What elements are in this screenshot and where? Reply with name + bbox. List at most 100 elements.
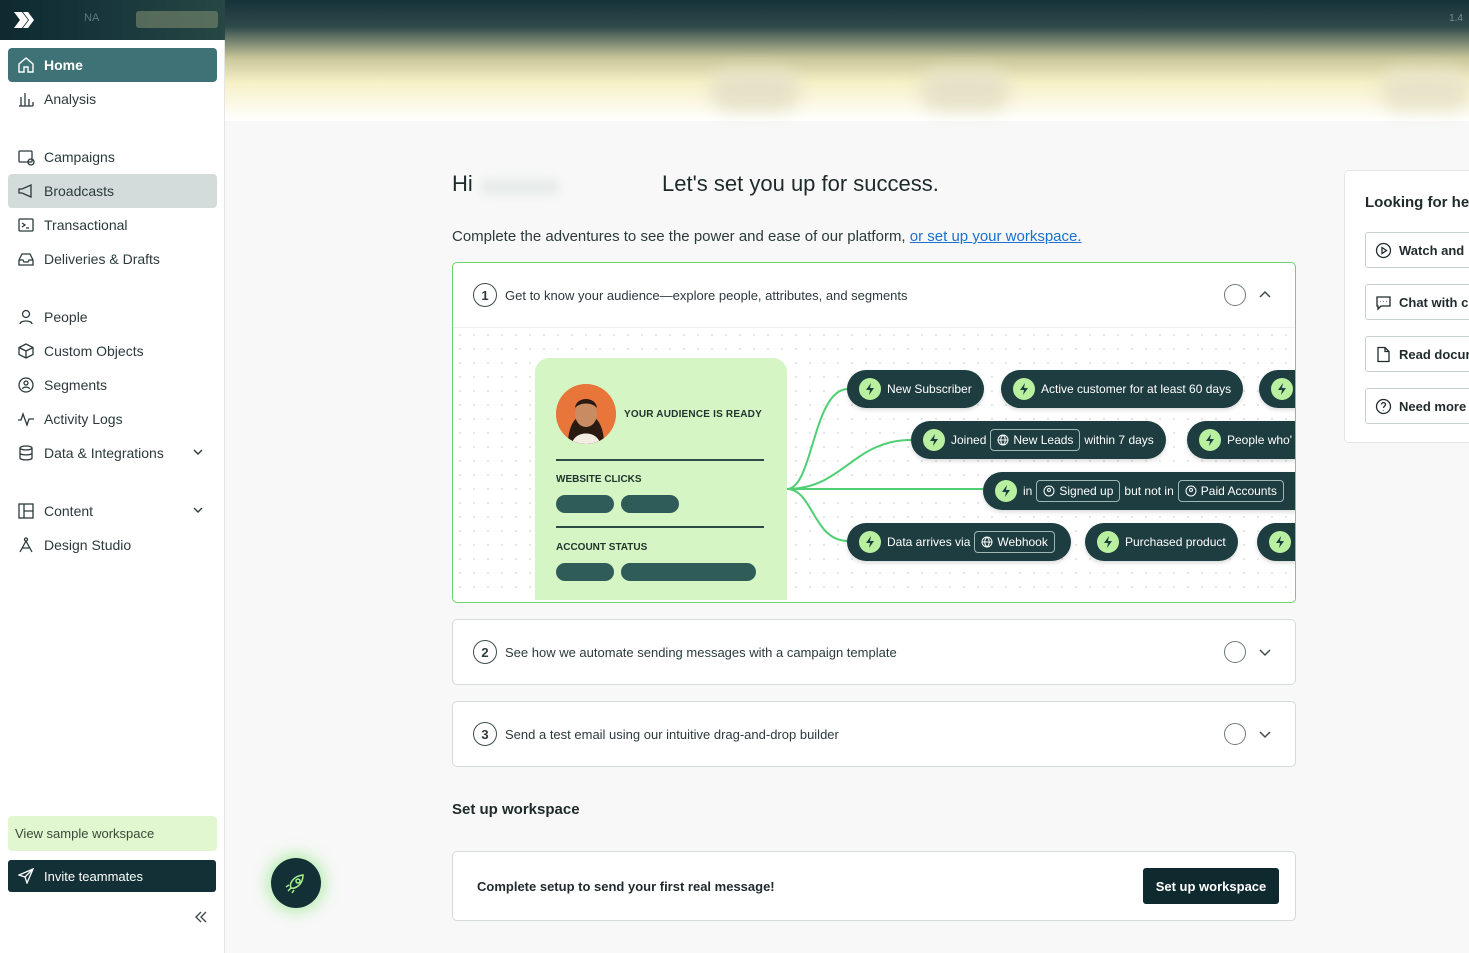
- sidebar-item-label: Analysis: [44, 91, 97, 107]
- inbox-icon: [18, 253, 34, 266]
- help-circle-icon: [1375, 398, 1392, 414]
- sidebar-item-content[interactable]: Content: [8, 494, 217, 528]
- user-name-redacted: [480, 178, 560, 196]
- step-complete-checkbox[interactable]: [1224, 641, 1246, 663]
- audience-card: YOUR AUDIENCE IS READY WEBSITE CLICKS AC…: [535, 358, 787, 600]
- segment-pill: Purchased product: [1085, 523, 1238, 561]
- setup-workspace-link[interactable]: or set up your workspace.: [910, 228, 1082, 245]
- sidebar-item-label: Data & Integrations: [44, 445, 164, 461]
- page-title: Let's set you up for success.: [662, 171, 939, 196]
- megaphone-icon: [18, 183, 32, 199]
- lightning-icon: [995, 480, 1017, 502]
- lightning-icon: [1097, 531, 1119, 553]
- help-title: Looking for he: [1365, 194, 1469, 211]
- sidebar-item-label: Home: [44, 57, 83, 73]
- segment-pill: [1257, 523, 1295, 561]
- invite-teammates-button[interactable]: Invite teammates: [8, 860, 216, 892]
- logo-icon: [14, 12, 34, 28]
- sidebar-item-deliveries-drafts[interactable]: Deliveries & Drafts: [8, 242, 217, 276]
- view-sample-workspace-button[interactable]: View sample workspace: [8, 816, 217, 851]
- campaign-icon: [18, 150, 35, 166]
- home-icon: [18, 57, 34, 73]
- lightning-icon: [859, 378, 881, 400]
- sidebar-item-label: Broadcasts: [44, 183, 115, 199]
- greeting-hi: Hi: [452, 171, 473, 196]
- sidebar-item-label: Design Studio: [44, 537, 132, 553]
- document-icon: [1377, 346, 1390, 362]
- step-3-header[interactable]: 3 Send a test email using our intuitive …: [453, 702, 1295, 766]
- intro-text: Complete the adventures to see the power…: [452, 228, 1082, 245]
- help-item-more[interactable]: Need more: [1365, 388, 1469, 424]
- sidebar-item-broadcasts[interactable]: Broadcasts: [8, 174, 217, 208]
- sidebar-item-people[interactable]: People: [8, 300, 217, 334]
- sidebar-item-label: Campaigns: [44, 149, 115, 165]
- sidebar-item-label: Segments: [44, 377, 108, 393]
- play-circle-icon: [1375, 242, 1392, 258]
- segment-pill: [1259, 370, 1295, 408]
- activity-icon: [18, 412, 34, 427]
- sidebar-item-transactional[interactable]: Transactional: [8, 208, 217, 242]
- lightning-icon: [1199, 429, 1221, 451]
- chevron-up-icon[interactable]: [1257, 287, 1273, 303]
- segment-pill: in Signed up but not in Paid Accounts: [983, 472, 1295, 510]
- avatar: [556, 384, 616, 444]
- step-complete-checkbox[interactable]: [1224, 723, 1246, 745]
- segment-pill: People who': [1187, 421, 1295, 459]
- step-complete-checkbox[interactable]: [1224, 284, 1246, 306]
- chevron-down-icon[interactable]: [191, 445, 205, 459]
- sidebar-item-label: People: [44, 309, 88, 325]
- lightning-icon: [859, 531, 881, 553]
- help-item-chat[interactable]: Chat with c: [1365, 284, 1469, 320]
- set-up-workspace-button[interactable]: Set up workspace: [1143, 868, 1279, 904]
- chevron-down-icon[interactable]: [1257, 644, 1273, 660]
- sidebar-item-design-studio[interactable]: Design Studio: [8, 528, 217, 562]
- sidebar-item-data-integrations[interactable]: Data & Integrations: [8, 436, 217, 470]
- adventure-step-1: 1 Get to know your audience—explore peop…: [452, 262, 1296, 603]
- workspace-card: Complete setup to send your first real m…: [452, 851, 1296, 921]
- lightning-icon: [1271, 378, 1293, 400]
- invite-teammates-label: Invite teammates: [44, 868, 143, 884]
- step-label: Send a test email using our intuitive dr…: [505, 726, 839, 742]
- rocket-launcher-button[interactable]: [271, 858, 321, 908]
- bar-chart-icon: [19, 93, 34, 107]
- help-item-watch[interactable]: Watch and: [1365, 232, 1469, 268]
- step-label: Get to know your audience—explore people…: [505, 287, 908, 303]
- sidebar-item-campaigns[interactable]: Campaigns: [8, 140, 217, 174]
- send-icon: [18, 868, 34, 884]
- terminal-icon: [18, 218, 34, 232]
- sidebar: NA Home Analysis Campaigns Broadcasts Tr…: [0, 0, 225, 953]
- step-2-header[interactable]: 2 See how we automate sending messages w…: [453, 620, 1295, 684]
- workspace-text: Complete setup to send your first real m…: [477, 879, 775, 894]
- segment-icon: [1185, 485, 1197, 497]
- segment-icon: [1043, 485, 1055, 497]
- chevron-down-icon[interactable]: [1257, 726, 1273, 742]
- globe-icon: [981, 536, 993, 548]
- segment-pill: New Subscriber: [847, 370, 984, 408]
- globe-icon: [997, 434, 1009, 446]
- person-icon: [19, 309, 33, 325]
- sidebar-item-activity-logs[interactable]: Activity Logs: [8, 402, 217, 436]
- lightning-icon: [1013, 378, 1035, 400]
- collapse-sidebar-icon[interactable]: [190, 906, 212, 928]
- step-1-header[interactable]: 1 Get to know your audience—explore peop…: [453, 263, 1295, 327]
- sidebar-item-home[interactable]: Home: [8, 48, 217, 82]
- sidebar-item-analysis[interactable]: Analysis: [8, 82, 217, 116]
- workspace-name[interactable]: NA: [84, 12, 99, 24]
- sidebar-item-label: Transactional: [44, 217, 128, 233]
- workspace-header[interactable]: NA: [0, 0, 225, 40]
- help-item-docs[interactable]: Read docur: [1365, 336, 1469, 372]
- sidebar-item-label: Content: [44, 503, 94, 519]
- segment-pill: Active customer for at least 60 days: [1001, 370, 1244, 408]
- chevron-down-icon[interactable]: [191, 503, 205, 517]
- environment-badge: [136, 11, 218, 28]
- sidebar-item-custom-objects[interactable]: Custom Objects: [8, 334, 217, 368]
- step-number: 1: [473, 283, 497, 307]
- segment-pill: Data arrives via Webhook: [847, 523, 1071, 561]
- step-number: 3: [473, 722, 497, 746]
- sidebar-item-segments[interactable]: Segments: [8, 368, 217, 402]
- database-icon: [19, 445, 33, 461]
- audience-title: YOUR AUDIENCE IS READY: [624, 409, 762, 420]
- segment-pill: Joined New Leads within 7 days: [911, 421, 1166, 459]
- step-label: See how we automate sending messages wit…: [505, 644, 897, 660]
- lightning-icon: [1269, 531, 1291, 553]
